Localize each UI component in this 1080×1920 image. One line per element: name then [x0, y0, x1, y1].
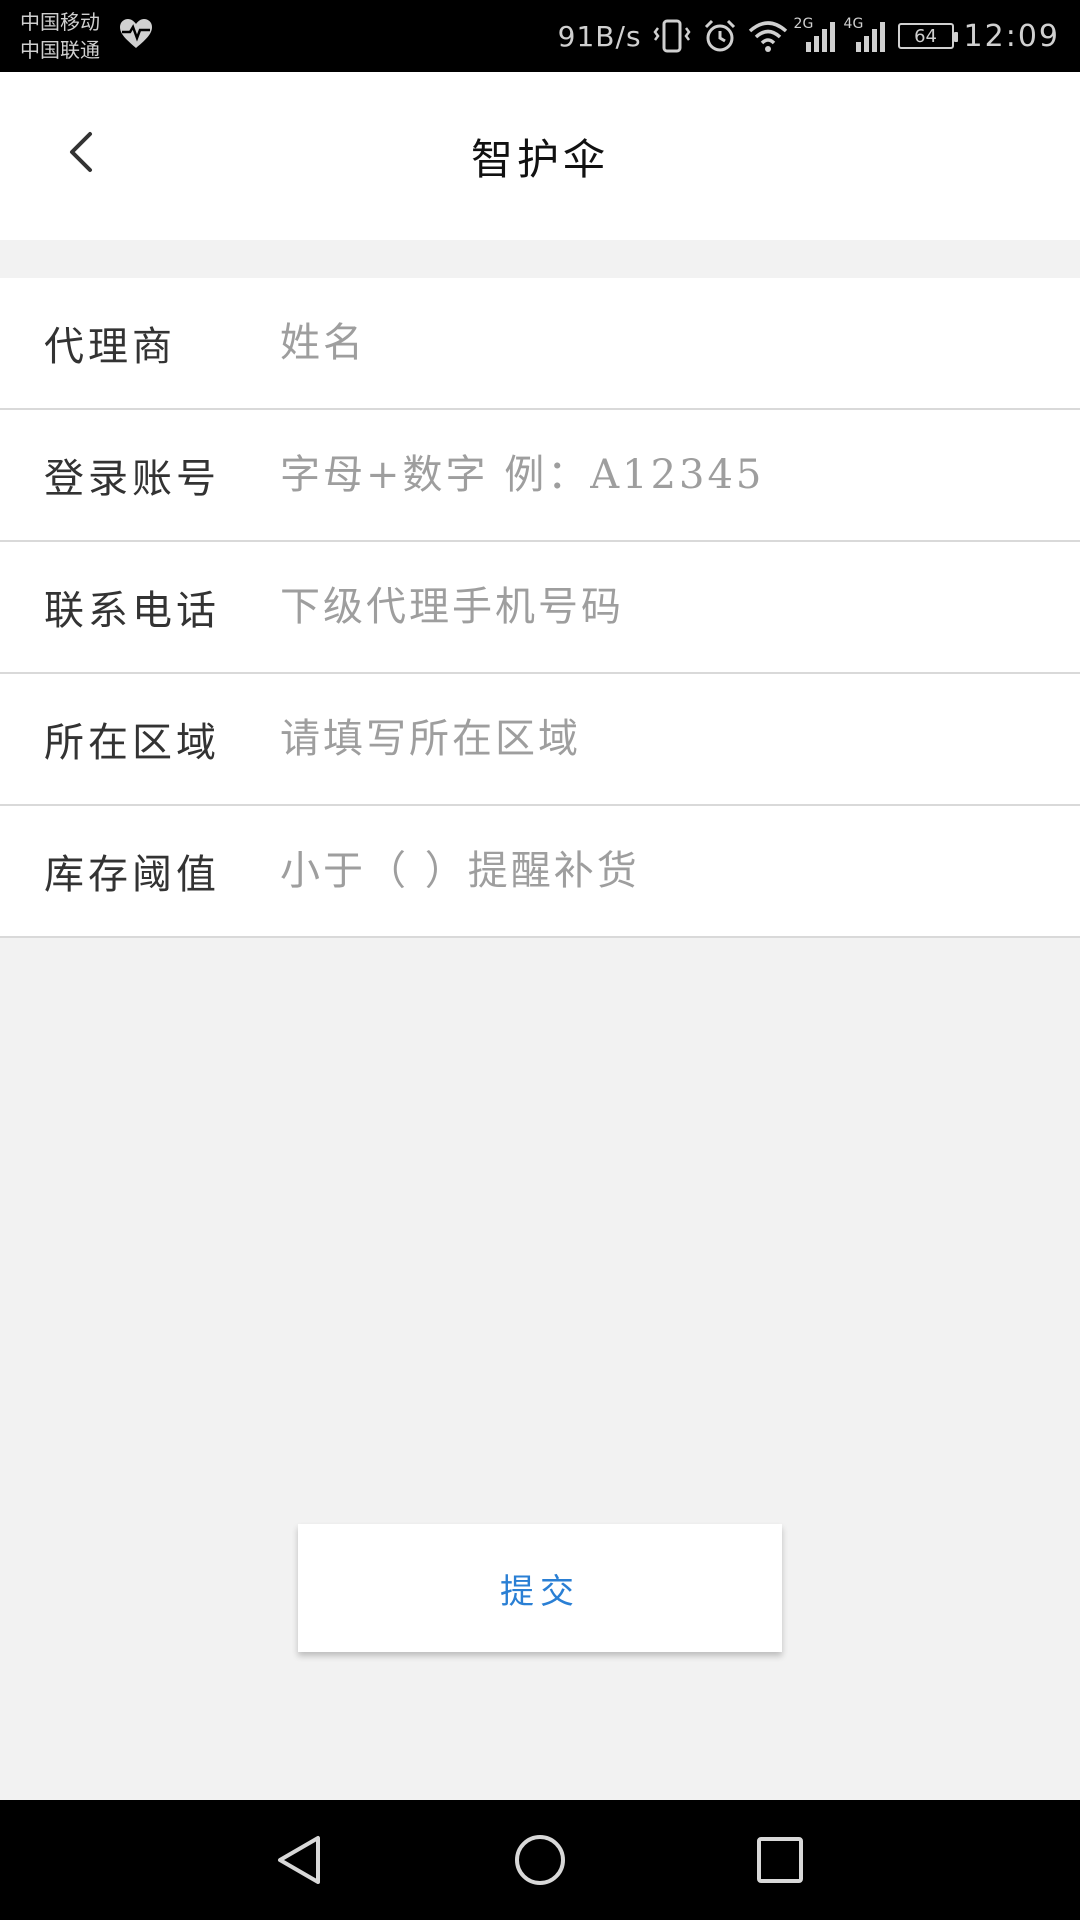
- nav-recents-button[interactable]: [740, 1820, 820, 1900]
- threshold-input[interactable]: [280, 806, 1040, 936]
- carrier-2: 中国联通: [20, 38, 100, 62]
- threshold-label: 库存阈值: [44, 852, 220, 898]
- account-label: 登录账号: [44, 456, 220, 502]
- region-label: 所在区域: [44, 720, 220, 766]
- phone-input[interactable]: [280, 542, 1040, 672]
- submit-button[interactable]: 提交: [298, 1524, 782, 1652]
- carrier-info: 中国移动 中国联通: [20, 8, 100, 64]
- agent-form: 代理商 登录账号 联系电话 所在区域 库存阈值: [0, 278, 1080, 938]
- nav-back-button[interactable]: [260, 1820, 340, 1900]
- page-title: 智护伞: [470, 134, 609, 184]
- form-row-phone: 联系电话: [0, 542, 1080, 674]
- net-speed: 91B/s: [557, 19, 642, 53]
- battery-icon: 64: [897, 23, 958, 49]
- battery-level: 64: [914, 25, 937, 47]
- chevron-left-icon: [70, 132, 92, 172]
- account-input[interactable]: [280, 410, 1040, 540]
- back-triangle-icon: [278, 1836, 320, 1884]
- home-circle-icon: [515, 1835, 565, 1885]
- vibrate-icon: [652, 19, 691, 53]
- heart-monitor-icon: [120, 19, 152, 48]
- signal-2: 4G: [844, 16, 888, 54]
- phone-label: 联系电话: [44, 588, 220, 634]
- clock: 12:09: [963, 18, 1060, 54]
- region-input[interactable]: [280, 674, 1040, 804]
- form-row-agent: 代理商: [0, 278, 1080, 410]
- back-button[interactable]: [50, 122, 110, 182]
- agent-label: 代理商: [44, 324, 176, 370]
- status-indicators: 91B/s 2G 4G 64 12:09: [558, 0, 1060, 72]
- signal-1: 2G: [794, 16, 838, 54]
- form-row-threshold: 库存阈值: [0, 806, 1080, 938]
- carrier-1: 中国移动: [20, 10, 100, 34]
- navigation-bar: [0, 1800, 1080, 1920]
- form-row-region: 所在区域: [0, 674, 1080, 806]
- title-bar: 智护伞: [0, 72, 1080, 240]
- recents-square-icon: [757, 1837, 803, 1883]
- signal-1-label: 2G: [793, 16, 814, 32]
- agent-name-input[interactable]: [280, 278, 1040, 408]
- wifi-icon: [748, 21, 787, 52]
- signal-2-label: 4G: [843, 16, 864, 32]
- nav-home-button[interactable]: [500, 1820, 580, 1900]
- alarm-icon: [704, 19, 735, 52]
- form-row-account: 登录账号: [0, 410, 1080, 542]
- status-bar: 中国移动 中国联通 91B/s 2G 4G 64 12:09: [0, 0, 1080, 72]
